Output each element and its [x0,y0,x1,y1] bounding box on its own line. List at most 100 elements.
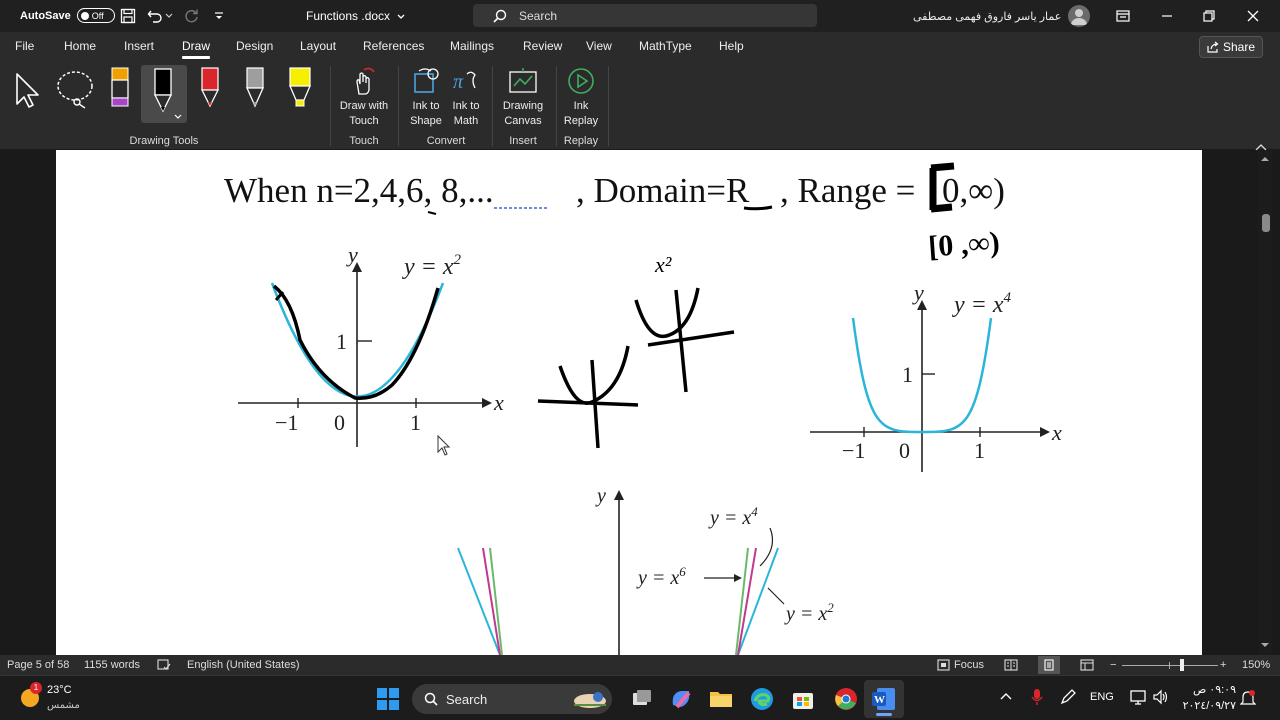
tab-review[interactable]: Review [523,39,562,53]
microphone-icon[interactable] [1030,688,1044,709]
svg-text:1: 1 [902,362,913,387]
notification-bell-icon[interactable] [1239,689,1257,710]
autosave-toggle[interactable]: Off [76,8,115,23]
minimize-icon[interactable] [1157,6,1177,26]
tab-file[interactable]: File [15,39,34,53]
edge-browser-icon[interactable] [750,687,774,711]
label-line1: Ink [573,100,589,112]
customize-qat-icon[interactable] [209,6,229,26]
pen-menu-icon[interactable] [1059,688,1077,709]
page-content: When n=2,4,6, 8,... , Domain=R , Range =… [224,162,1062,655]
undo-dropdown-icon[interactable] [163,6,175,26]
document-title[interactable]: Functions .docx [306,9,405,23]
start-menu-icon[interactable] [376,687,400,711]
tab-layout[interactable]: Layout [300,39,336,53]
zoom-level[interactable]: 150% [1242,659,1270,671]
clock-time[interactable]: ٠٩:٠٩ ص [1188,683,1236,696]
tab-view[interactable]: View [586,39,612,53]
ink-to-shape-label[interactable]: Ink to Shape [404,99,448,129]
active-indicator [876,713,892,716]
tab-mailings[interactable]: Mailings [450,39,494,53]
svg-text:y: y [346,242,358,267]
draw-ribbon: Drawing Tools Draw with Touch Touch Ink … [0,60,1280,151]
avatar[interactable] [1068,5,1090,27]
ink-to-math-icon[interactable]: π [451,66,481,101]
ink-to-shape-icon[interactable] [411,66,441,101]
zoom-slider[interactable] [1122,659,1218,671]
page-count[interactable]: Page 5 of 58 [7,659,69,671]
svg-text:1: 1 [410,410,421,435]
save-icon[interactable] [118,6,138,26]
network-icon[interactable] [1130,689,1146,708]
file-explorer-icon[interactable] [709,687,733,711]
scrollbar-thumb[interactable] [1262,214,1270,232]
vertical-scrollbar[interactable] [1258,150,1272,655]
language-status[interactable]: English (United States) [187,659,300,671]
tab-home[interactable]: Home [64,39,96,53]
draw-with-touch-icon[interactable] [350,66,378,101]
lasso-select-icon[interactable] [55,68,99,117]
store-icon[interactable] [791,687,815,711]
svg-text:y = x4: y = x4 [708,504,758,529]
zoom-out-icon[interactable]: − [1110,659,1116,671]
graph-y-x2: x y y = x2 1 −1 0 1 [238,242,504,447]
ink-to-math-label[interactable]: Ink to Math [444,99,488,129]
tab-design[interactable]: Design [236,39,273,53]
ink-replay-icon[interactable] [566,66,596,101]
scroll-down-icon[interactable] [1258,640,1272,650]
redo-icon[interactable] [181,6,201,26]
copilot-icon[interactable] [669,687,693,711]
chrome-icon[interactable] [834,687,858,711]
tab-insert[interactable]: Insert [124,39,154,53]
taskbar-search[interactable]: Search [412,684,612,714]
input-language[interactable]: ENG [1090,691,1114,703]
close-icon[interactable] [1243,6,1263,26]
drawing-canvas-label[interactable]: Drawing Canvas [496,99,550,129]
tab-draw[interactable]: Draw [182,39,211,59]
document-page[interactable]: When n=2,4,6, 8,... , Domain=R , Range =… [56,150,1202,655]
document-title-text: Functions .docx [306,9,391,23]
autosave-control[interactable]: AutoSave Off [20,8,115,23]
zoom-slider-thumb[interactable] [1179,659,1184,671]
volume-icon[interactable] [1153,689,1169,708]
title-search-box[interactable]: Search [473,4,817,27]
print-layout-icon[interactable] [1038,656,1060,674]
pencil-gray-icon[interactable] [243,66,267,117]
share-button[interactable]: Share [1199,36,1263,58]
read-mode-icon[interactable] [1004,659,1018,674]
draw-with-touch-label[interactable]: Draw with Touch [334,99,394,129]
windows-taskbar: 1 23°C مشمس Search W ENG ٠٩:٠٩ ص ٢٠٢٤/٠٩… [0,675,1280,720]
weather-temp[interactable]: 23°C [47,684,72,696]
pen-red-icon[interactable] [198,66,222,117]
tray-overflow-icon[interactable] [1000,690,1012,704]
focus-mode-button[interactable]: Focus [937,659,984,671]
word-count[interactable]: 1155 words [84,659,140,671]
clock-date[interactable]: ٢٠٢٤/٠٩/٢٧ [1180,699,1236,712]
ink-replay-label[interactable]: Ink Replay [559,99,603,129]
pen-black-selected[interactable] [141,65,187,123]
tab-help[interactable]: Help [719,39,744,53]
proofing-icon[interactable] [157,659,171,674]
label-line1: Ink to [412,100,440,112]
zoom-in-icon[interactable]: + [1220,659,1226,671]
tab-mathtype[interactable]: MathType [639,39,692,53]
svg-text:1: 1 [974,438,985,463]
task-view-icon[interactable] [630,687,654,711]
weather-widget[interactable]: 1 [18,682,42,713]
undo-icon[interactable] [145,6,165,26]
highlighter-orange-icon[interactable] [108,66,132,115]
share-label: Share [1222,40,1256,54]
scroll-up-icon[interactable] [1258,154,1272,164]
web-layout-icon[interactable] [1080,659,1094,674]
account-name[interactable]: عمار ياسر فاروق فهمى مصطفى [913,10,1061,23]
group-separator [556,66,557,146]
select-objects-icon[interactable] [12,70,46,115]
restore-icon[interactable] [1199,6,1219,26]
zoom-center-mark [1169,662,1170,669]
highlighter-yellow-icon[interactable] [286,66,314,117]
ribbon-display-icon[interactable] [1113,6,1133,26]
tab-references[interactable]: References [363,39,424,53]
drawing-canvas-icon[interactable] [507,66,539,101]
autosave-label: AutoSave [20,9,71,22]
word-app-icon[interactable]: W [864,680,904,718]
